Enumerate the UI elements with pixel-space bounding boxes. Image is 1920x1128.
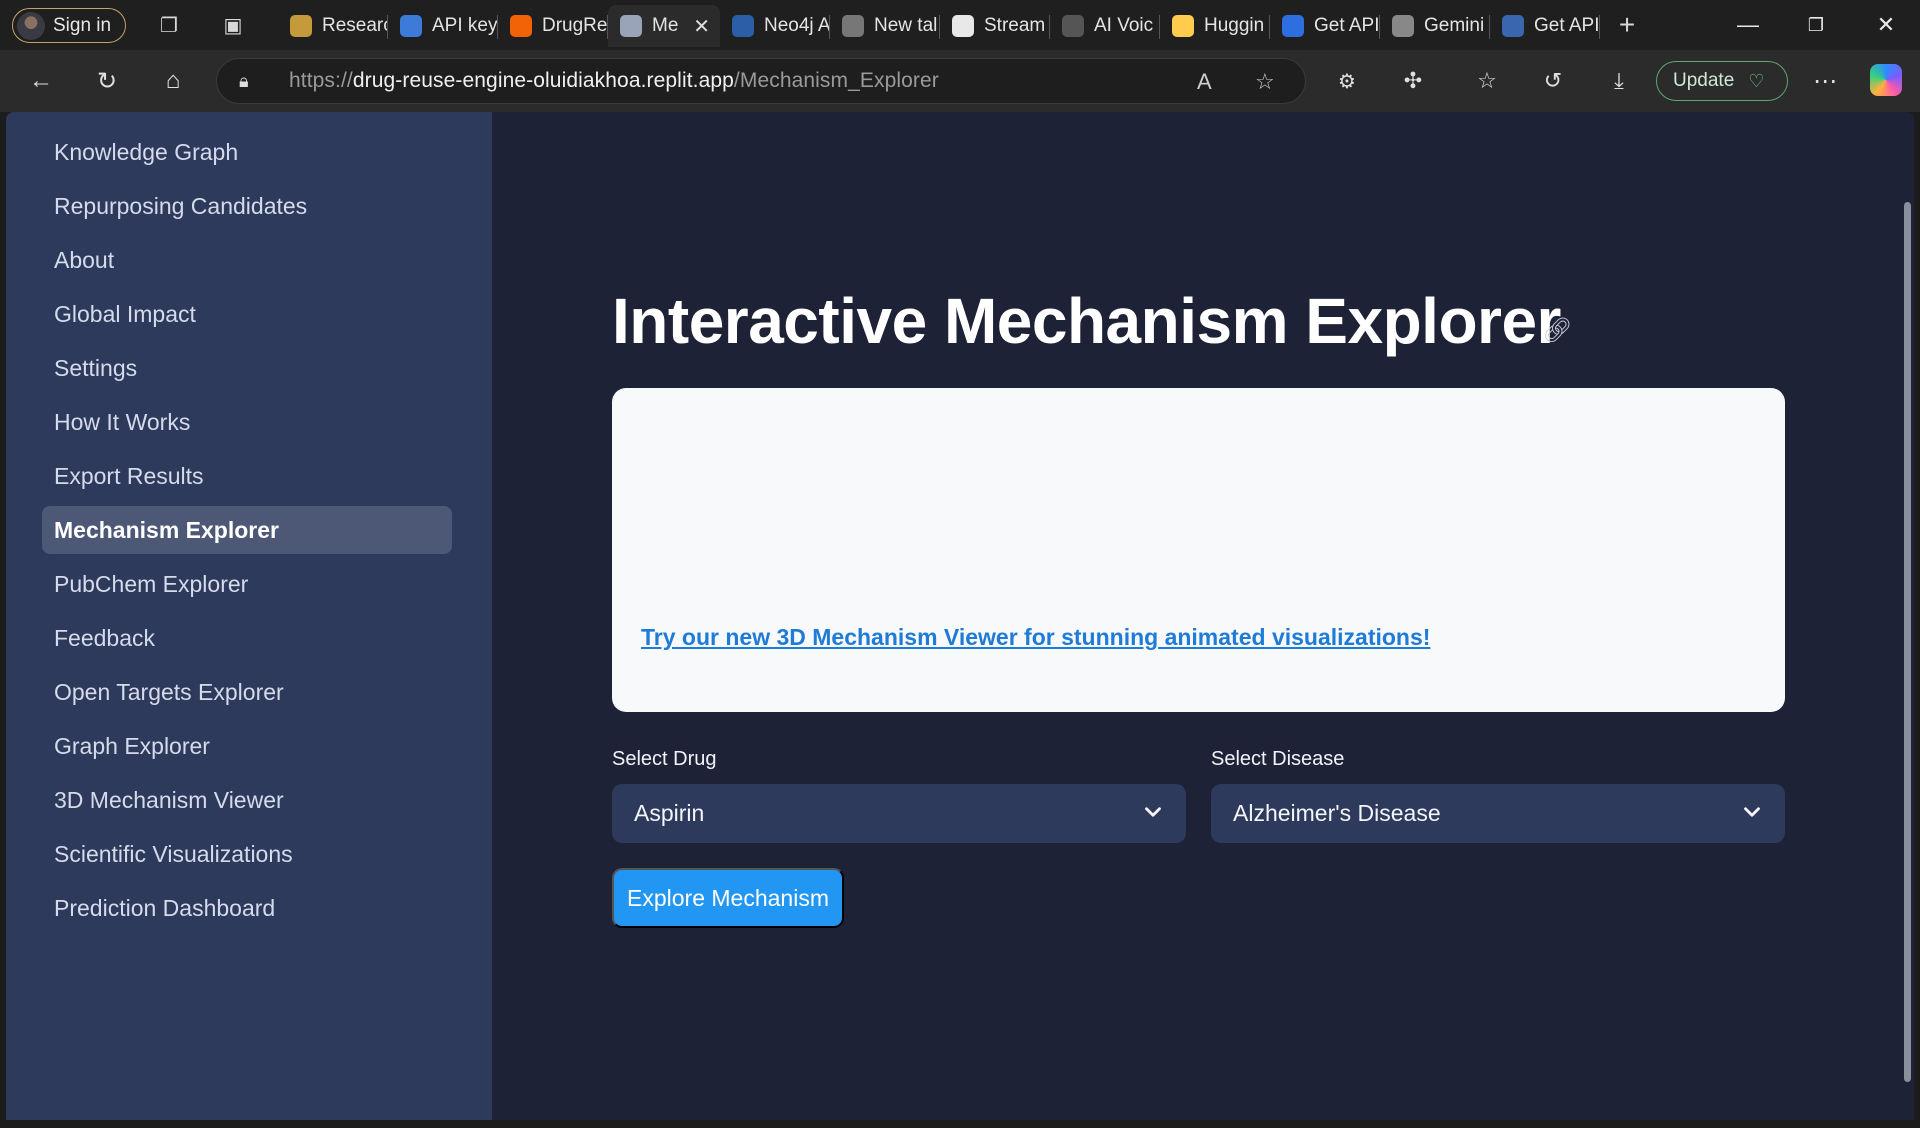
select-disease-dropdown[interactable]: Alzheimer's Disease	[1211, 784, 1785, 843]
explore-mechanism-button[interactable]: Explore Mechanism	[612, 868, 844, 928]
sidebar-item-settings[interactable]: Settings	[42, 344, 452, 392]
address-bar-row: ← ↻ ⌂ 🔒︎ https://drug-reuse-engine-oluid…	[0, 50, 1920, 112]
sidebar-item-mechanism-explorer[interactable]: Mechanism Explorer	[42, 506, 452, 554]
refresh-button[interactable]: ↻	[90, 64, 124, 98]
select-disease-label: Select Disease	[1211, 748, 1345, 770]
browser-tab[interactable]: Huggin	[1160, 5, 1270, 47]
sidebar-item-3d-mechanism-viewer[interactable]: 3D Mechanism Viewer	[42, 776, 452, 824]
browser-tab[interactable]: Stream	[940, 5, 1050, 47]
select-drug-dropdown[interactable]: Aspirin	[612, 784, 1186, 843]
huggingface-icon	[1172, 15, 1194, 37]
profile-sign-in-button[interactable]: Sign in	[12, 8, 127, 43]
browser-tab[interactable]: AI Voic	[1050, 5, 1160, 47]
bluesky-icon	[1502, 15, 1524, 37]
browser-tab[interactable]: API key	[388, 5, 498, 47]
browser-tab-label: Gemini	[1424, 15, 1485, 36]
avatar	[17, 11, 45, 40]
sidebar-item-knowledge-graph[interactable]: Knowledge Graph	[42, 128, 452, 176]
favorite-star-icon[interactable]: ☆	[1255, 69, 1275, 95]
chatgpt-extension-icon[interactable]: ⚙	[1330, 64, 1364, 98]
heartbeat-icon: ♡	[1748, 70, 1765, 91]
update-label: Update	[1673, 70, 1735, 91]
browser-tab-label: Huggin	[1204, 15, 1265, 36]
favorites-icon[interactable]: ☆	[1470, 64, 1504, 98]
history-icon[interactable]: ↺	[1536, 64, 1570, 98]
vertical-tabs-icon[interactable]: ▣	[220, 12, 246, 38]
info-card: Try our new 3D Mechanism Viewer for stun…	[612, 388, 1785, 712]
sidebar-item-about[interactable]: About	[42, 236, 452, 284]
address-bar[interactable]: 🔒︎ https://drug-reuse-engine-oluidiakhoa…	[216, 58, 1306, 104]
sidebar-item-feedback[interactable]: Feedback	[42, 614, 452, 662]
sidebar-item-repurposing-candidates[interactable]: Repurposing Candidates	[42, 182, 452, 230]
neo4j-icon	[732, 15, 754, 37]
browser-tab[interactable]: New tal	[830, 5, 940, 47]
browser-tab[interactable]: Get API	[1270, 5, 1380, 47]
sidebar-item-pubchem-explorer[interactable]: PubChem Explorer	[42, 560, 452, 608]
close-tab-icon[interactable]: ✕	[693, 14, 710, 39]
browser-tab[interactable]: Researc	[278, 5, 388, 47]
openai-icon	[400, 15, 422, 37]
main-content: Interactive Mechanism Explorer 🔗︎ Try ou…	[492, 112, 1914, 1120]
minimize-button[interactable]: —	[1728, 8, 1768, 42]
browser-tab-label: API key	[432, 15, 498, 36]
browser-tab-label: Neo4j A	[764, 15, 830, 36]
app-viewport: Knowledge Graph Repurposing Candidates Abo…	[6, 112, 1914, 1120]
copilot-icon[interactable]	[1870, 64, 1902, 96]
browser-tab-label: Researc	[322, 15, 388, 36]
home-button[interactable]: ⌂	[156, 64, 190, 98]
sidebar-item-prediction-dashboard[interactable]: Prediction Dashboard	[42, 884, 452, 932]
browser-tab-label: AI Voic	[1094, 15, 1154, 36]
tab-separator	[1599, 15, 1600, 39]
url-text: https://drug-reuse-engine-oluidiakhoa.re…	[289, 69, 939, 92]
new-tab-button[interactable]: +	[1614, 9, 1640, 40]
browser-tab-label: Get API	[1534, 15, 1600, 36]
browser-tab[interactable]: Me ✕	[608, 5, 720, 47]
browser-tab[interactable]: Gemini	[1380, 5, 1490, 47]
chevron-down-icon	[1744, 807, 1760, 817]
replit-icon	[510, 15, 532, 37]
sidebar-item-graph-explorer[interactable]: Graph Explorer	[42, 722, 452, 770]
microscope-icon	[620, 15, 642, 37]
sidebar: Knowledge Graph Repurposing Candidates Abo…	[6, 112, 492, 1120]
bluesky-icon	[1282, 15, 1304, 37]
update-button[interactable]: Update ♡	[1656, 61, 1788, 101]
back-button[interactable]: ←	[24, 64, 58, 98]
sidebar-item-scientific-visualizations[interactable]: Scientific Visualizations	[42, 830, 452, 878]
browser-tab[interactable]: Get API	[1490, 5, 1600, 47]
anchor-link-icon[interactable]: 🔗︎	[1542, 316, 1572, 345]
select-drug-label: Select Drug	[612, 748, 717, 770]
chevron-down-icon	[1145, 807, 1161, 817]
sidebar-item-open-targets-explorer[interactable]: Open Targets Explorer	[42, 668, 452, 716]
lock-icon[interactable]: 🔒︎	[239, 71, 249, 92]
browser-tab[interactable]: DrugRe	[498, 5, 608, 47]
sidebar-item-global-impact[interactable]: Global Impact	[42, 290, 452, 338]
page-scrollbar[interactable]	[1904, 202, 1911, 1082]
sign-in-label: Sign in	[53, 14, 112, 36]
newtab-icon	[842, 15, 864, 37]
google-icon	[1392, 15, 1414, 37]
sidebar-item-how-it-works[interactable]: How It Works	[42, 398, 452, 446]
browser-tab[interactable]: Neo4j A	[720, 5, 830, 47]
page-title: Interactive Mechanism Explorer	[612, 285, 1561, 357]
read-aloud-icon[interactable]: A	[1197, 69, 1212, 95]
restore-button[interactable]: ❐	[1796, 8, 1836, 42]
workspaces-icon[interactable]: ❐	[156, 12, 182, 38]
downloads-icon[interactable]: ⤓	[1602, 64, 1636, 98]
close-window-button[interactable]: ✕	[1866, 8, 1906, 42]
pause-icon	[1062, 15, 1084, 37]
more-menu-icon[interactable]: ⋯	[1808, 64, 1842, 98]
browser-tab-strip: Sign in ❐ ▣ Researc API key DrugRe Me ✕ Neo4j…	[0, 0, 1920, 50]
openai-icon	[952, 15, 974, 37]
3d-viewer-promo-link[interactable]: Try our new 3D Mechanism Viewer for stun…	[641, 624, 1430, 651]
paw-icon	[290, 15, 312, 37]
browser-tab-label: New tal	[874, 15, 938, 36]
browser-tab-label: Get API	[1314, 15, 1380, 36]
select-drug-value: Aspirin	[634, 800, 705, 826]
select-disease-value: Alzheimer's Disease	[1233, 800, 1441, 826]
sidebar-item-export-results[interactable]: Export Results	[42, 452, 452, 500]
browser-tab-label: DrugRe	[542, 15, 608, 36]
browser-tab-label: Stream	[984, 15, 1046, 36]
browser-tab-label: Me	[652, 15, 679, 36]
extensions-icon[interactable]: ✣	[1396, 64, 1430, 98]
